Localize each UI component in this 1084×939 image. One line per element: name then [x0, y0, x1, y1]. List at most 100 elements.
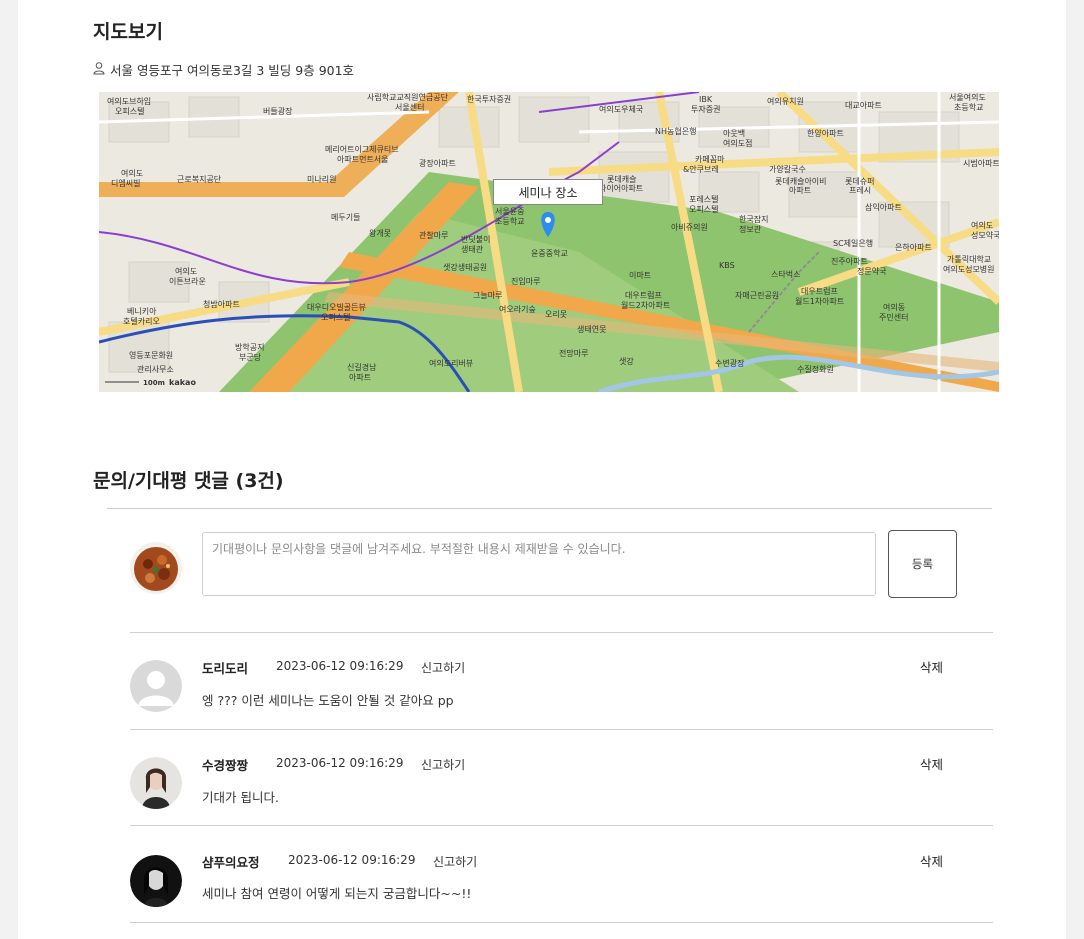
svg-text:여의도성모병원: 여의도성모병원 [943, 264, 995, 274]
svg-text:사립학교교직원연금공단: 사립학교교직원연금공단 [367, 92, 449, 102]
svg-text:대교아파트: 대교아파트 [845, 100, 882, 110]
address-line: 서울 영등포구 여의동로3길 3 빌딩 9층 901호 [92, 60, 354, 79]
svg-text:아웃백: 아웃백 [723, 128, 745, 138]
svg-text:여의유치원: 여의유치원 [767, 96, 804, 106]
svg-text:여의도점: 여의도점 [723, 138, 752, 148]
map-section-title: 지도보기 [93, 21, 163, 43]
svg-text:근로복지공단: 근로복지공단 [177, 174, 222, 184]
svg-text:이마트: 이마트 [629, 270, 651, 280]
svg-text:미나리원: 미나리원 [307, 175, 336, 184]
svg-text:여의도우체국: 여의도우체국 [599, 104, 643, 114]
svg-text:진주아파트: 진주아파트 [831, 256, 868, 266]
svg-text:부군당: 부군당 [239, 352, 262, 362]
svg-text:월드1차아파트: 월드1차아파트 [795, 296, 844, 306]
svg-text:롯데캐슬: 롯데캐슬 [607, 174, 636, 184]
svg-text:성모약국: 성모약국 [971, 230, 999, 240]
svg-text:베니키아: 베니키아 [127, 306, 157, 316]
svg-text:카페꼼마: 카페꼼마 [695, 154, 725, 164]
address-text: 서울 영등포구 여의동로3길 3 빌딩 9층 901호 [110, 63, 355, 78]
svg-text:메리어트이그제큐티브: 메리어트이그제큐티브 [325, 144, 399, 154]
map-scale: 100m [143, 379, 165, 387]
svg-text:롯데캐슬아이비: 롯데캐슬아이비 [775, 176, 827, 186]
svg-text:메두기들: 메두기들 [331, 213, 360, 222]
svg-text:여의도브하임: 여의도브하임 [107, 96, 151, 106]
svg-text:IBK: IBK [699, 95, 713, 104]
svg-text:아파트먼트서울: 아파트먼트서울 [337, 154, 389, 164]
svg-text:대우디오빌골든뷰: 대우디오빌골든뷰 [307, 302, 366, 312]
profile-photo-avatar [130, 855, 182, 907]
svg-text:한국잡지: 한국잡지 [739, 214, 768, 224]
svg-text:관리사무소: 관리사무소 [137, 364, 174, 374]
comment-text: 엥 ??? 이런 세미나는 도움이 안될 것 같아요 pp [202, 693, 454, 708]
svg-text:영등포문화원: 영등포문화원 [129, 350, 173, 360]
svg-text:청밤아파트: 청밤아파트 [203, 299, 240, 309]
delete-link[interactable]: 삭제 [920, 851, 943, 870]
report-link[interactable]: 신고하기 [421, 659, 465, 676]
svg-text:가양칼국수: 가양칼국수 [769, 165, 806, 174]
svg-text:관찰마루: 관찰마루 [419, 230, 448, 240]
person-icon [92, 61, 106, 78]
delete-link[interactable]: 삭제 [920, 754, 943, 773]
content-panel: 지도보기 서울 영등포구 여의동로3길 3 빌딩 9층 901호 여의도브하임 … [18, 0, 1066, 939]
svg-text:생태연못: 생태연못 [577, 324, 606, 334]
comments-divider [130, 632, 993, 633]
svg-text:정문약국: 정문약국 [857, 266, 886, 276]
comment-text: 세미나 참여 연령이 어떻게 되는지 궁금합니다~~!! [202, 886, 472, 901]
comment-divider [130, 729, 993, 730]
register-button[interactable]: 등록 [888, 530, 957, 598]
profile-photo-avatar [130, 757, 182, 809]
comment-date: 2023-06-12 09:16:29 [288, 853, 416, 867]
svg-text:샛강: 샛강 [619, 356, 634, 366]
svg-text:정보관: 정보관 [739, 224, 762, 234]
delete-link[interactable]: 삭제 [920, 657, 943, 676]
svg-text:자매근린공원: 자매근린공원 [735, 290, 779, 300]
svg-text:KBS: KBS [719, 261, 735, 270]
svg-text:가톨릭대학교: 가톨릭대학교 [947, 254, 991, 264]
svg-text:샛강생태공원: 샛강생태공원 [443, 262, 487, 272]
svg-text:NH농협은행: NH농협은행 [655, 126, 696, 136]
svg-text:한양아파트: 한양아파트 [807, 128, 844, 138]
svg-text:반딧불이: 반딧불이 [461, 234, 490, 244]
svg-text:여오라기숲: 여오라기숲 [499, 304, 536, 314]
svg-text:투자증권: 투자증권 [691, 104, 720, 114]
svg-text:호텔카리오: 호텔카리오 [123, 317, 160, 326]
svg-text:초등학교: 초등학교 [954, 102, 983, 112]
svg-text:주민센터: 주민센터 [879, 312, 908, 322]
map-graphic: 여의도브하임오피스텔 버들광장 사립학교교직원연금공단서울센터 한국투자증권여의도… [99, 92, 999, 392]
svg-text:이튼브라운: 이튼브라운 [169, 276, 206, 286]
report-link[interactable]: 신고하기 [433, 853, 477, 870]
svg-text:전망마루: 전망마루 [559, 348, 588, 358]
svg-text:방학공지: 방학공지 [235, 342, 264, 352]
svg-text:파이어아파트: 파이어아파트 [599, 183, 643, 193]
svg-text:신길경남: 신길경남 [347, 362, 377, 372]
svg-text:포레스텔: 포레스텔 [689, 195, 718, 204]
svg-text:여의도: 여의도 [971, 220, 993, 230]
svg-text:롯데슈퍼: 롯데슈퍼 [845, 177, 874, 186]
comment-date: 2023-06-12 09:16:29 [276, 756, 404, 770]
default-avatar-icon [130, 660, 182, 712]
svg-text:여의도: 여의도 [175, 266, 197, 276]
svg-text:오리못: 오리못 [545, 310, 567, 319]
report-link[interactable]: 신고하기 [421, 756, 465, 773]
svg-text:시범아파트: 시범아파트 [963, 158, 999, 168]
svg-text:대우트럼프: 대우트럼프 [625, 291, 662, 300]
svg-text:오피스텔: 오피스텔 [321, 313, 350, 322]
svg-text:왕개못: 왕개못 [369, 228, 391, 238]
svg-text:여의동: 여의동 [883, 302, 905, 312]
comment-author: 샴푸의요정 [202, 855, 260, 870]
svg-text:SC제일은행: SC제일은행 [833, 238, 873, 248]
svg-text:아파트: 아파트 [349, 372, 371, 382]
svg-text:월드2차아파트: 월드2차아파트 [621, 300, 670, 310]
comment-date: 2023-06-12 09:16:29 [276, 659, 404, 673]
svg-text:서울윤중: 서울윤중 [495, 207, 524, 216]
svg-text:수변광장: 수변광장 [715, 358, 745, 368]
svg-text:오피스텔: 오피스텔 [689, 205, 718, 214]
current-user-avatar [130, 542, 182, 594]
svg-text:삼익아파트: 삼익아파트 [865, 202, 902, 212]
map-brand: kakao [169, 378, 196, 387]
location-map[interactable]: 여의도브하임 오피스텔 버들광장 사립학교교직원연금공단 서울센터 한국투자증권 여의도… [99, 92, 999, 392]
svg-text:한국투자증권: 한국투자증권 [467, 94, 511, 104]
svg-text:여의도리버뷰: 여의도리버뷰 [429, 358, 473, 368]
comment-input[interactable] [202, 532, 876, 596]
svg-text:은하아파트: 은하아파트 [895, 242, 932, 252]
